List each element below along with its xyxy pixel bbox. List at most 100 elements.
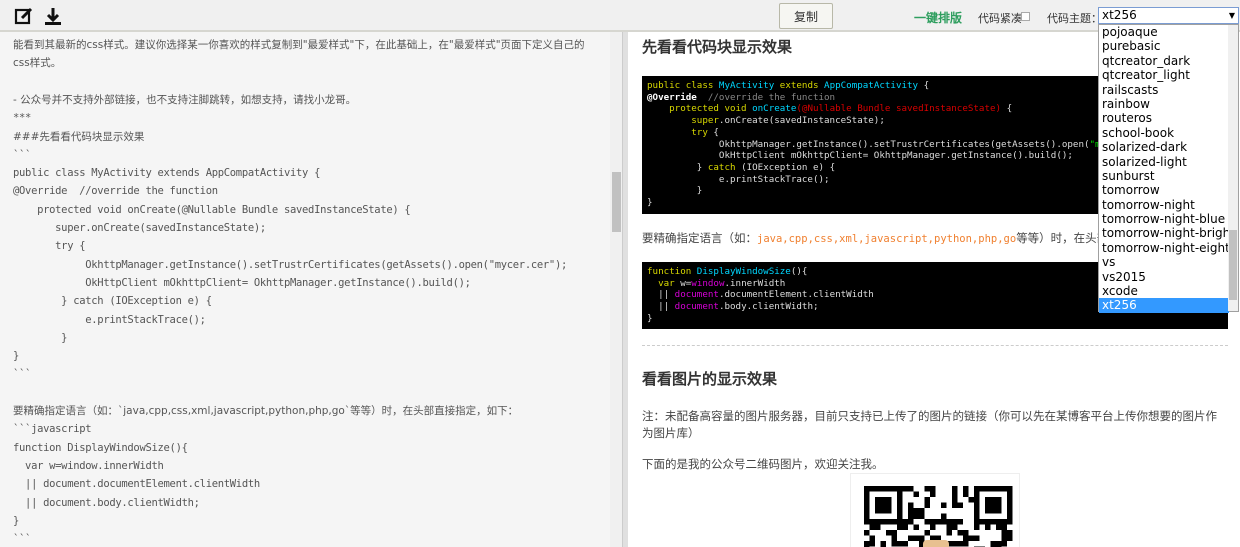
- theme-option-qtcreator_dark[interactable]: qtcreator_dark: [1099, 54, 1229, 68]
- editor-line: }: [13, 331, 68, 344]
- theme-option-routeros[interactable]: routeros: [1099, 111, 1229, 125]
- toolbar: 复制 一键排版 代码紧凑 代码主题： xt256 ▼: [0, 0, 1240, 32]
- code-token: extends: [779, 80, 825, 91]
- editor-line: ```: [13, 368, 32, 381]
- para-text: 要精确指定语言（如：: [642, 231, 757, 245]
- code-token: @Override: [647, 91, 697, 103]
- theme-option-vs2015[interactable]: vs2015: [1099, 270, 1229, 284]
- preview-heading-image: 看看图片的显示效果: [642, 370, 778, 388]
- code-token: .onCreate(savedInstanceState);: [718, 115, 885, 127]
- code-token: catch: [707, 161, 742, 173]
- edit-icon[interactable]: [14, 6, 34, 26]
- code-token: (IOException e) {: [741, 161, 836, 173]
- theme-select-value: xt256: [1102, 8, 1137, 22]
- editor-line: 能看到其最新的css样式。建议你选择某一你喜欢的样式复制到"最爱样式"下，在此基…: [13, 39, 585, 51]
- theme-option-xcode[interactable]: xcode: [1099, 284, 1229, 298]
- editor-line: @Override //override the function: [13, 185, 218, 198]
- editor-line: }: [13, 514, 20, 527]
- code-token: AppCompatActivity: [824, 80, 924, 91]
- code-theme-label: 代码主题：: [1047, 12, 1102, 25]
- compact-code-label: 代码紧凑: [978, 12, 1022, 25]
- code-token: //override the function: [696, 91, 836, 103]
- theme-option-tomorrow[interactable]: tomorrow: [1099, 183, 1229, 197]
- theme-option-xt256[interactable]: xt256: [1099, 298, 1229, 313]
- dropdown-scrollbar[interactable]: [1228, 25, 1238, 311]
- editor-line: super.onCreate(savedInstanceState);: [13, 222, 266, 234]
- editor-line: ```javascript: [13, 423, 92, 436]
- code-token: MyActivity: [718, 80, 780, 91]
- code-token: document: [674, 301, 719, 313]
- theme-option-purebasic[interactable]: purebasic: [1099, 39, 1229, 53]
- code-token: }: [647, 161, 708, 173]
- code-token: }: [647, 185, 703, 197]
- editor-line: ***: [13, 112, 32, 125]
- code-token: ||: [647, 301, 675, 313]
- copy-button[interactable]: 复制: [779, 3, 833, 29]
- code-token: onCreate: [752, 103, 797, 115]
- theme-option-pojoaque[interactable]: pojoaque: [1099, 25, 1229, 39]
- code-token: (@Nullable Bundle savedInstanceState): [796, 103, 1002, 115]
- code-token: }: [647, 197, 653, 209]
- code-token: OkhttpManager.getInstance().setTrustrCer…: [647, 138, 1090, 150]
- code-token: .innerWidth: [724, 277, 786, 289]
- theme-option-solarized-dark[interactable]: solarized-dark: [1099, 140, 1229, 154]
- code-token: DisplayWindowSize: [696, 266, 791, 277]
- code-token: window: [691, 277, 725, 289]
- editor-line: function DisplayWindowSize(){: [13, 441, 188, 454]
- editor-line: || document.body.clientWidth;: [13, 496, 200, 509]
- editor-line: OkhttpManager.getInstance().setTrustrCer…: [13, 258, 567, 271]
- code-token: public class: [647, 80, 719, 91]
- code-token: var: [647, 277, 681, 289]
- theme-option-school-book[interactable]: school-book: [1099, 126, 1229, 140]
- compact-code-checkbox[interactable]: [1021, 12, 1030, 21]
- preview-heading-code: 先看看代码块显示效果: [642, 38, 793, 56]
- editor-scrollbar-thumb[interactable]: [612, 172, 621, 232]
- format-button[interactable]: 一键排版: [914, 9, 962, 26]
- editor-line: ```: [13, 148, 32, 161]
- code-token: .body.clientWidth;: [718, 301, 819, 313]
- editor-line: var w=window.innerWidth: [13, 459, 164, 472]
- chevron-down-icon: ▼: [1228, 11, 1235, 20]
- code-token: {: [923, 80, 930, 91]
- theme-option-tomorrow-night-bright[interactable]: tomorrow-night-bright: [1099, 226, 1229, 240]
- editor-line: e.printStackTrace();: [13, 313, 206, 326]
- preview-paragraph-note: 注：未配备高容量的图片服务器，目前只支持已上传了的图片的链接（你可以先在某博客平…: [642, 409, 1217, 440]
- theme-option-qtcreator_light[interactable]: qtcreator_light: [1099, 68, 1229, 82]
- code-token: }: [647, 312, 653, 324]
- dropdown-scrollbar-thumb[interactable]: [1229, 230, 1237, 300]
- download-icon[interactable]: [43, 6, 63, 26]
- theme-option-rainbow[interactable]: rainbow: [1099, 97, 1229, 111]
- editor-line: 要精确指定语言（如：`java,cpp,css,xml,javascript,p…: [13, 405, 519, 417]
- code-token: OkHttpClient mOkhttpClient= OkhttpManage…: [647, 150, 1073, 162]
- editor-line: || document.documentElement.clientWidth: [13, 478, 260, 491]
- theme-option-tomorrow-night-eighties[interactable]: tomorrow-night-eighties: [1099, 241, 1229, 255]
- theme-option-tomorrow-night-blue[interactable]: tomorrow-night-blue: [1099, 212, 1229, 226]
- theme-option-railscasts[interactable]: railscasts: [1099, 83, 1229, 97]
- code-token: function: [647, 266, 697, 277]
- code-theme-select[interactable]: xt256 ▼: [1098, 7, 1239, 24]
- code-token: (){: [790, 266, 808, 277]
- code-token: ||: [647, 289, 675, 301]
- editor-line: }: [13, 350, 20, 363]
- code-token: super: [647, 115, 719, 127]
- code-token: {: [713, 126, 719, 138]
- theme-option-tomorrow-night[interactable]: tomorrow-night: [1099, 198, 1229, 212]
- theme-option-vs[interactable]: vs: [1099, 255, 1229, 269]
- markdown-editor[interactable]: 能看到其最新的css样式。建议你选择某一你喜欢的样式复制到"最爱样式"下，在此基…: [0, 32, 622, 547]
- code-token: e.printStackTrace();: [647, 173, 830, 185]
- editor-scrollbar[interactable]: [610, 32, 622, 547]
- editor-line: css样式。: [13, 57, 62, 70]
- divider-line: [642, 345, 1228, 346]
- qr-code-image: [850, 473, 1020, 547]
- theme-option-sunburst[interactable]: sunburst: [1099, 169, 1229, 183]
- code-token: w=: [680, 277, 692, 289]
- code-token: try: [647, 126, 714, 138]
- preview-paragraph-qr: 下面的是我的公众号二维码图片，欢迎关注我。: [642, 457, 884, 471]
- code-token: {: [1001, 103, 1013, 115]
- inline-code: java,cpp,css,xml,javascript,python,php,g…: [757, 233, 1017, 245]
- theme-dropdown-list[interactable]: pojoaque purebasic qtcreator_dark qtcreator…: [1098, 24, 1239, 313]
- code-token: .documentElement.clientWidth: [718, 289, 874, 301]
- theme-option-solarized-light[interactable]: solarized-light: [1099, 155, 1229, 169]
- editor-line: protected void onCreate(@Nullable Bundle…: [13, 203, 411, 216]
- editor-line: public class MyActivity extends AppCompa…: [13, 167, 321, 180]
